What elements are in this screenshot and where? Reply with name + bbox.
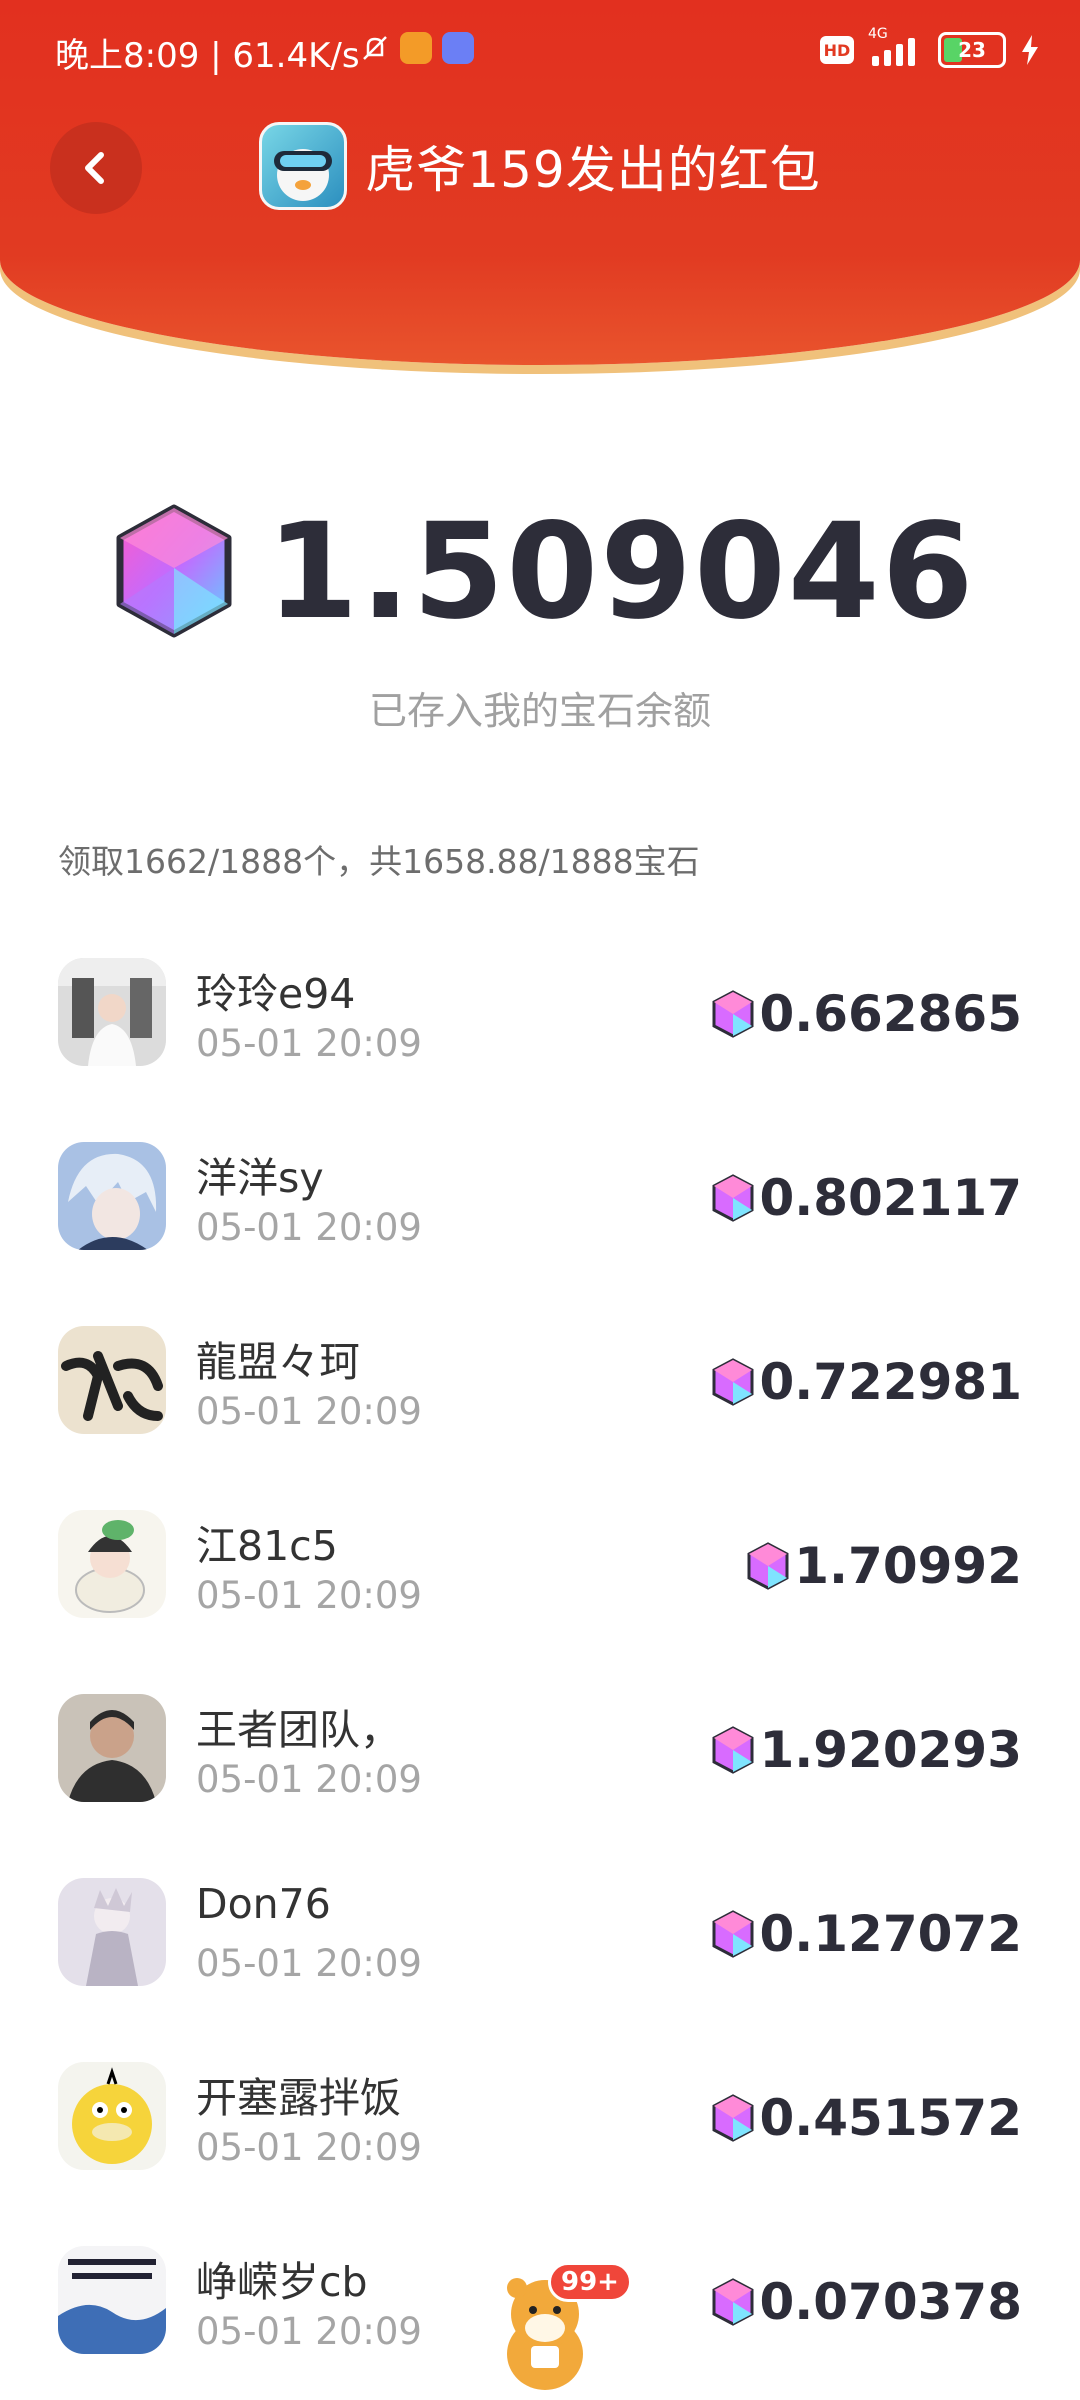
list-item[interactable]: Don76 05-01 20:09 0.127072 [0,1842,1080,2026]
amount-note: 已存入我的宝石余额 [368,689,711,733]
user-name: 玲玲e94 [196,970,356,1018]
amount-text: 1.70992 [794,1537,1022,1595]
amount-text: 0.722981 [759,1353,1022,1411]
signal-icon: 4G [868,26,924,66]
claim-amount: 0.722981 [709,1353,1022,1411]
gem-icon [712,2278,754,2326]
battery-level: 23 [958,38,986,62]
gem-icon [712,1174,754,1222]
avatar[interactable] [58,958,166,1066]
user-name: 峥嵘岁cb [196,2258,368,2306]
network-type: 4G [868,26,888,42]
app-notification-icon [442,32,474,64]
status-system-icons: HD 4G 23 [820,26,1040,68]
header-banner: 晚上8:09 | 61.4K/s HD 4G 23 虎爷159发出的红包 [0,0,1080,365]
charging-icon [1022,35,1038,65]
gem-icon [116,504,232,638]
claim-amount: 0.451572 [709,2089,1022,2147]
status-time: 晚上8:09 | 61.4K/s [55,36,360,76]
claim-summary: 领取1662/1888个，共1658.88/1888宝石 [58,842,700,881]
hd-icon: HD [820,36,854,64]
avatar[interactable] [58,2246,166,2354]
claim-time: 05-01 20:09 [196,1574,422,1617]
claim-time: 05-01 20:09 [196,1758,422,1801]
app-notification-icon [400,32,432,64]
claim-amount: 0.662865 [709,985,1022,1043]
user-name: 王者团队， [196,1706,401,1754]
list-item[interactable]: 洋洋sy 05-01 20:09 0.802117 [0,1106,1080,1290]
page-title-bar: 虎爷159发出的红包 [0,122,1080,210]
received-amount: 1.509046 [0,495,1080,649]
claim-amount: 0.127072 [709,1905,1022,1963]
amount-text: 0.662865 [759,985,1022,1043]
claim-time: 05-01 20:09 [196,1206,422,1249]
user-name: 开塞露拌饭 [196,2074,401,2122]
claim-list: 玲玲e94 05-01 20:09 0.662865 洋洋sy 05-01 20… [0,922,1080,2394]
claim-amount: 0.070378 [709,2273,1022,2331]
battery-icon: 23 [938,32,1006,68]
notification-badge: 99+ [548,2262,632,2302]
page-title: 虎爷159发出的红包 [365,141,821,199]
list-item[interactable]: 王者团队， 05-01 20:09 1.920293 [0,1658,1080,1842]
gem-icon [712,1910,754,1958]
amount-value: 1.509046 [266,495,976,649]
avatar[interactable] [58,1510,166,1618]
claim-amount: 0.802117 [709,1169,1022,1227]
claim-time: 05-01 20:09 [196,1942,422,1985]
claim-time: 05-01 20:09 [196,1022,422,1065]
amount-text: 0.127072 [759,1905,1022,1963]
avatar[interactable] [58,1142,166,1250]
gem-icon [712,1726,754,1774]
list-item[interactable]: 玲玲e94 05-01 20:09 0.662865 [0,922,1080,1106]
amount-text: 1.920293 [759,1721,1022,1779]
claim-time: 05-01 20:09 [196,2126,422,2169]
amount-text: 0.451572 [759,2089,1022,2147]
user-name: 江81c5 [196,1522,338,1570]
status-bar: 晚上8:09 | 61.4K/s HD 4G 23 [0,0,1080,105]
gem-icon [712,990,754,1038]
amount-text: 0.802117 [759,1169,1022,1227]
mute-icon [363,36,387,60]
user-name: 龍盟々珂 [196,1338,360,1386]
claim-time: 05-01 20:09 [196,2310,422,2353]
gem-icon [712,2094,754,2142]
avatar[interactable] [58,1694,166,1802]
list-item[interactable]: 江81c5 05-01 20:09 1.70992 [0,1474,1080,1658]
gem-icon [747,1542,789,1590]
avatar[interactable] [58,1878,166,1986]
sender-avatar[interactable] [259,122,348,210]
user-name: Don76 [196,1880,331,1928]
claim-amount: 1.70992 [744,1537,1022,1595]
status-notification-icons [360,32,474,64]
avatar[interactable] [58,1326,166,1434]
list-item[interactable]: 开塞露拌饭 05-01 20:09 0.451572 [0,2026,1080,2210]
gem-icon [712,1358,754,1406]
user-name: 洋洋sy [196,1154,324,1202]
amount-text: 0.070378 [759,2273,1022,2331]
claim-amount: 1.920293 [709,1721,1022,1779]
claim-time: 05-01 20:09 [196,1390,422,1433]
avatar[interactable] [58,2062,166,2170]
list-item[interactable]: 龍盟々珂 05-01 20:09 0.722981 [0,1290,1080,1474]
